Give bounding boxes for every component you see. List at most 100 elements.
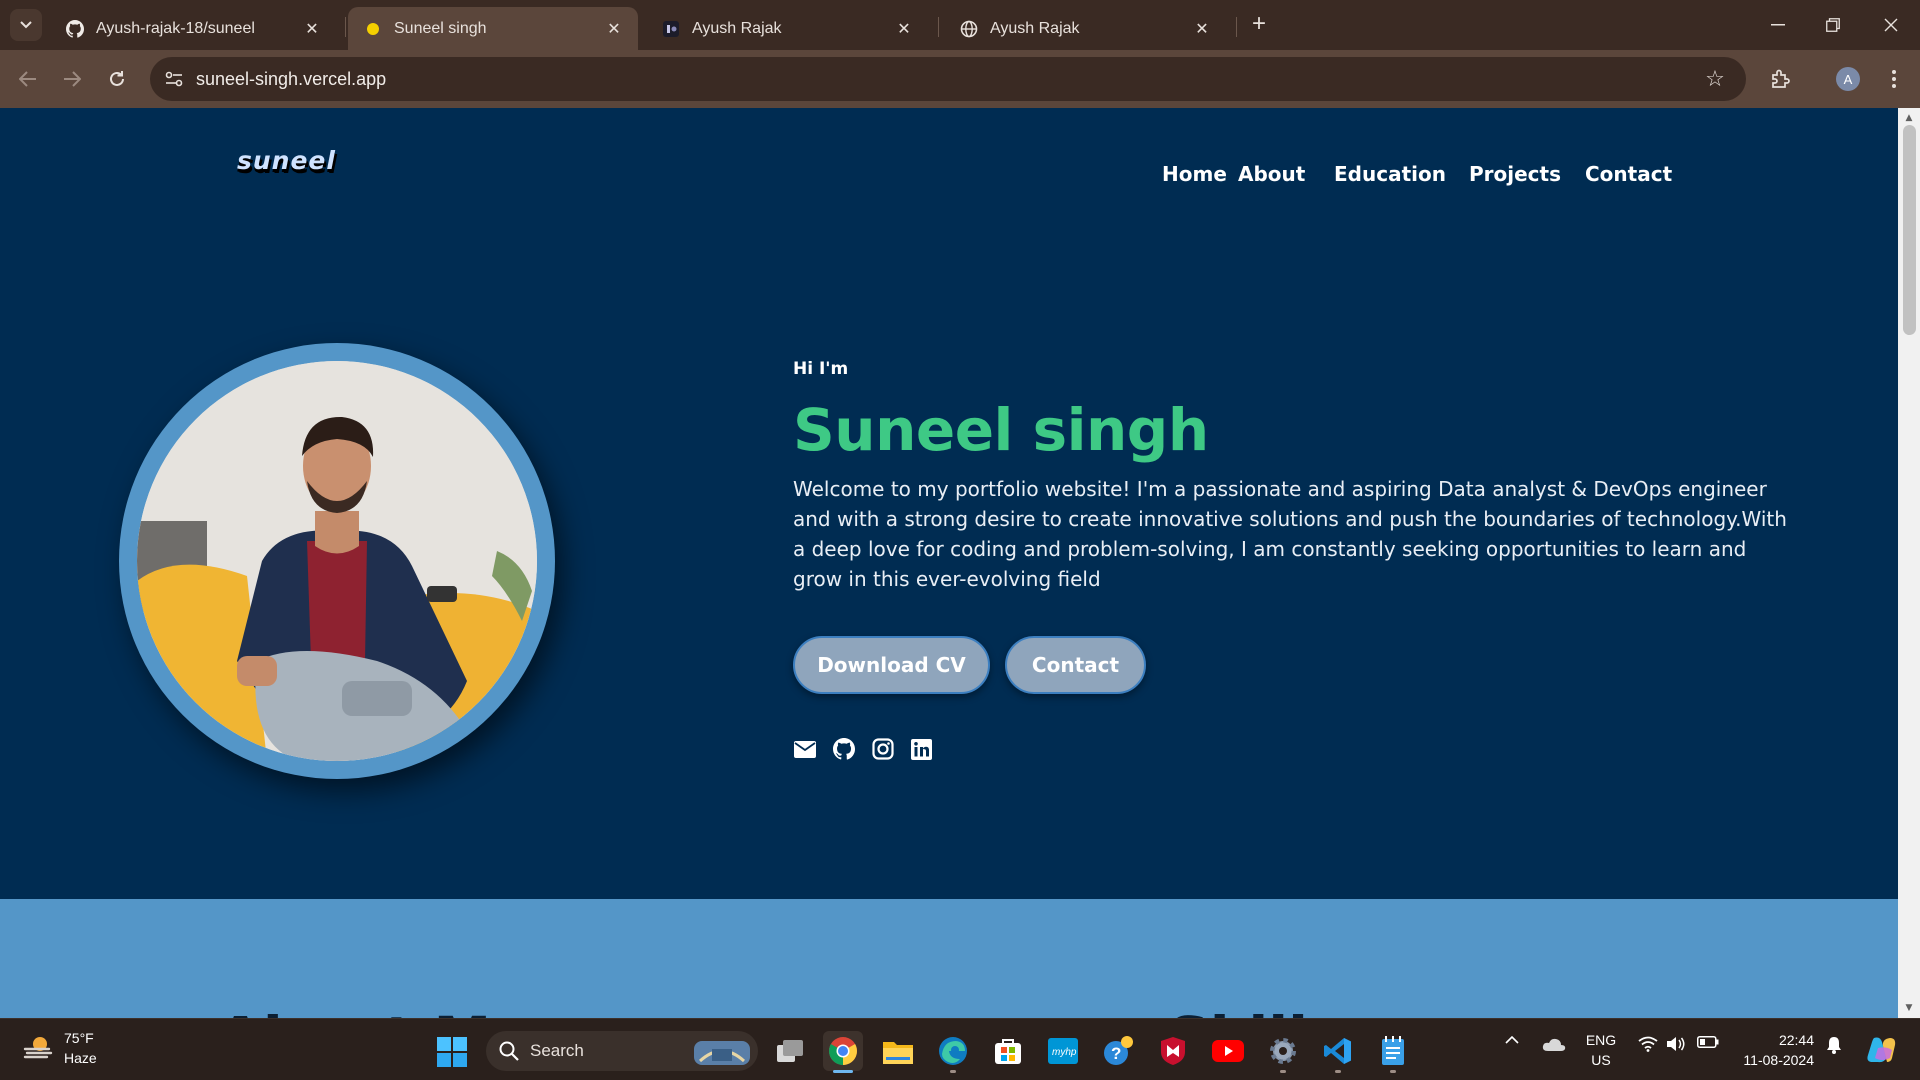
show-hidden-icons-chevron-up-icon[interactable] xyxy=(1500,1036,1524,1044)
site-info-icon[interactable] xyxy=(162,67,186,91)
file-explorer-icon[interactable] xyxy=(878,1031,918,1071)
profile-avatar[interactable]: A xyxy=(1836,67,1860,91)
linkedin-icon[interactable] xyxy=(909,737,933,761)
windows-start-icon[interactable] xyxy=(437,1037,467,1067)
settings-running-indicator xyxy=(1280,1070,1286,1073)
reload-button[interactable] xyxy=(100,62,134,96)
hero-intro: Welcome to my portfolio website! I'm a p… xyxy=(793,477,1787,591)
site-favicon-icon xyxy=(662,20,680,38)
minimize-icon xyxy=(1771,24,1785,26)
hero-name: Suneel singh xyxy=(793,396,1209,464)
svg-text:?: ? xyxy=(1111,1044,1121,1063)
notepad-icon[interactable] xyxy=(1373,1031,1413,1071)
nav-about[interactable]: About xyxy=(1238,162,1305,186)
close-icon[interactable]: ✕ xyxy=(302,19,322,39)
chevron-down-icon xyxy=(20,21,32,29)
email-icon[interactable] xyxy=(793,737,817,761)
tab-search-button[interactable] xyxy=(10,9,42,41)
wifi-icon[interactable] xyxy=(1636,1036,1660,1052)
tab-separator xyxy=(938,17,939,37)
edge-running-indicator xyxy=(950,1070,956,1073)
clock-time[interactable]: 22:44 xyxy=(1732,1032,1814,1048)
mcafee-icon[interactable] xyxy=(1153,1031,1193,1071)
tab-title: Suneel singh xyxy=(394,19,487,37)
tab-title: Ayush Rajak xyxy=(692,19,782,37)
close-icon[interactable]: ✕ xyxy=(604,19,624,39)
minimize-button[interactable] xyxy=(1755,8,1801,42)
forward-button[interactable] xyxy=(55,62,89,96)
language-indicator-line2[interactable]: US xyxy=(1580,1052,1622,1068)
nav-projects[interactable]: Projects xyxy=(1469,162,1561,186)
settings-icon[interactable] xyxy=(1263,1031,1303,1071)
edge-icon[interactable] xyxy=(933,1031,973,1071)
arrow-left-icon xyxy=(19,71,36,87)
yellow-dot-icon xyxy=(364,20,382,38)
microsoft-store-icon[interactable] xyxy=(988,1031,1028,1071)
new-tab-button[interactable]: + xyxy=(1246,12,1272,38)
myhp-icon[interactable]: myhp xyxy=(1043,1031,1083,1071)
nav-education[interactable]: Education xyxy=(1334,162,1446,186)
onedrive-cloud-icon[interactable] xyxy=(1540,1036,1568,1052)
vscode-running-indicator xyxy=(1335,1070,1341,1073)
chrome-icon[interactable] xyxy=(823,1031,863,1071)
scroll-down-arrow-icon[interactable]: ▼ xyxy=(1903,1002,1915,1014)
battery-icon[interactable] xyxy=(1694,1036,1722,1048)
tab-title: Ayush-rajak-18/suneel xyxy=(96,19,255,37)
close-icon[interactable]: ✕ xyxy=(894,19,914,39)
taskbar-search[interactable]: Search xyxy=(486,1031,758,1071)
logo-text: suneel xyxy=(237,146,336,175)
more-menu-icon[interactable] xyxy=(1879,64,1909,94)
notification-bell-icon[interactable] xyxy=(1823,1036,1845,1054)
restore-icon xyxy=(1826,18,1840,32)
task-view-icon[interactable] xyxy=(770,1031,810,1071)
nav-contact[interactable]: Contact xyxy=(1585,162,1672,186)
page-viewport: suneel Home About Education Projects Con… xyxy=(0,108,1898,1018)
extensions-icon[interactable] xyxy=(1765,64,1795,94)
site-logo[interactable]: suneel xyxy=(237,146,335,190)
tab-github[interactable]: Ayush-rajak-18/suneel ✕ xyxy=(50,7,336,50)
download-cv-button[interactable]: Download CV xyxy=(793,636,990,694)
about-heading: About M xyxy=(218,1004,491,1018)
youtube-icon[interactable] xyxy=(1208,1031,1248,1071)
tab-separator xyxy=(345,17,346,37)
github-icon xyxy=(66,19,84,38)
bookmark-star-icon[interactable]: ☆ xyxy=(1702,66,1728,92)
tab-suneel-singh[interactable]: Suneel singh ✕ xyxy=(348,7,638,50)
github-icon[interactable] xyxy=(832,737,856,761)
hero-greeting: Hi I'm xyxy=(793,359,849,379)
close-icon xyxy=(1884,18,1898,32)
svg-text:myhp: myhp xyxy=(1052,1047,1077,1058)
search-label: Search xyxy=(530,1041,584,1060)
tab-ayush-rajak-2[interactable]: Ayush Rajak ✕ xyxy=(944,7,1226,50)
weather-temperature: 75°F xyxy=(64,1030,94,1046)
close-window-button[interactable] xyxy=(1868,8,1914,42)
search-highlight-image xyxy=(692,1035,752,1067)
vscode-icon[interactable] xyxy=(1318,1031,1358,1071)
copilot-icon[interactable] xyxy=(1864,1036,1900,1064)
scrollbar-thumb[interactable] xyxy=(1903,125,1916,335)
help-icon[interactable]: ? xyxy=(1098,1031,1138,1071)
tab-separator xyxy=(1236,17,1237,37)
language-indicator-line1[interactable]: ENG xyxy=(1580,1032,1622,1048)
search-icon xyxy=(498,1040,520,1062)
back-button[interactable] xyxy=(11,62,45,96)
reload-icon xyxy=(110,71,124,86)
nav-home[interactable]: Home xyxy=(1162,162,1227,186)
address-bar[interactable] xyxy=(150,57,1746,101)
weather-condition: Haze xyxy=(64,1050,97,1066)
close-icon[interactable]: ✕ xyxy=(1192,19,1212,39)
about-skills-section: About M Skill xyxy=(0,899,1898,1018)
tab-ayush-rajak-1[interactable]: Ayush Rajak ✕ xyxy=(646,7,928,50)
clock-date[interactable]: 11-08-2024 xyxy=(1732,1052,1814,1068)
skills-heading: Skill xyxy=(1168,1004,1308,1018)
chrome-active-indicator xyxy=(833,1070,853,1073)
scroll-up-arrow-icon[interactable]: ▲ xyxy=(1903,112,1915,124)
restore-button[interactable] xyxy=(1810,8,1856,42)
weather-haze-icon[interactable] xyxy=(22,1032,54,1064)
contact-button[interactable]: Contact xyxy=(1005,636,1146,694)
globe-icon xyxy=(960,20,978,38)
profile-photo-frame xyxy=(119,343,555,779)
url-text[interactable]: suneel-singh.vercel.app xyxy=(196,67,386,91)
volume-icon[interactable] xyxy=(1664,1036,1688,1052)
instagram-icon[interactable] xyxy=(871,737,895,761)
